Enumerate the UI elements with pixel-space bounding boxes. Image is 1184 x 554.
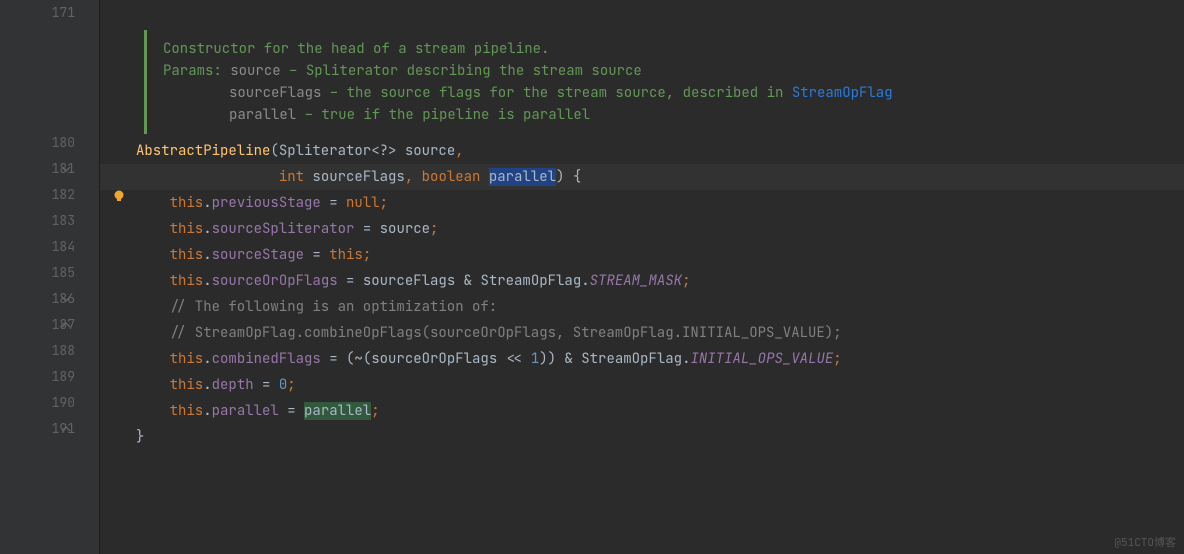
code-area[interactable]: Constructor for the head of a stream pip… bbox=[100, 0, 1184, 554]
code-line[interactable]: // The following is an optimization of: bbox=[136, 294, 1184, 320]
javadoc-param-name: sourceFlags bbox=[229, 84, 321, 102]
line-number: 171 bbox=[0, 0, 75, 26]
code-line[interactable]: this.sourceSpliterator = source; bbox=[136, 216, 1184, 242]
fold-marker-icon[interactable] bbox=[61, 164, 71, 174]
line-number: 186 bbox=[0, 286, 75, 312]
selection-highlight: parallel bbox=[489, 168, 556, 186]
javadoc-block: Constructor for the head of a stream pip… bbox=[144, 30, 1184, 134]
code-line[interactable]: this.sourceStage = this; bbox=[136, 242, 1184, 268]
line-number: 182 bbox=[0, 182, 75, 208]
javadoc-param-name: parallel bbox=[229, 106, 296, 124]
line-number bbox=[0, 78, 75, 104]
javadoc-param-desc: – true if the pipeline is parallel bbox=[296, 106, 590, 124]
code-line[interactable]: this.combinedFlags = (~(sourceOrOpFlags … bbox=[136, 346, 1184, 372]
line-number: 187 bbox=[0, 312, 75, 338]
line-number: 181 bbox=[0, 156, 75, 182]
line-numbers: 171 180 181 182 183 184 185 186 bbox=[0, 0, 99, 442]
javadoc-param-desc: – the source flags for the stream source… bbox=[321, 84, 791, 102]
intention-bulb-icon[interactable] bbox=[112, 189, 126, 203]
javadoc-params-label: Params: bbox=[163, 62, 222, 80]
code-line[interactable]: this.depth = 0; bbox=[136, 372, 1184, 398]
code-line-current[interactable]: int sourceFlags, boolean parallel) { bbox=[100, 164, 1184, 190]
line-number bbox=[0, 52, 75, 78]
javadoc-param-desc: – Spliterator describing the stream sour… bbox=[281, 62, 642, 80]
watermark: @51CTO博客 bbox=[1114, 534, 1176, 550]
line-number: 190 bbox=[0, 390, 75, 416]
javadoc-link[interactable]: StreamOpFlag bbox=[792, 84, 893, 102]
gutter: 171 180 181 182 183 184 185 186 bbox=[0, 0, 100, 554]
code-line[interactable]: AbstractPipeline(Spliterator<?> source, bbox=[136, 138, 1184, 164]
fold-marker-icon[interactable] bbox=[61, 294, 71, 304]
line-number: 183 bbox=[0, 208, 75, 234]
fold-marker-icon[interactable] bbox=[61, 424, 71, 434]
line-number: 191 bbox=[0, 416, 75, 442]
code-line[interactable]: this.previousStage = null; bbox=[136, 190, 1184, 216]
line-number: 184 bbox=[0, 234, 75, 260]
line-number: 189 bbox=[0, 364, 75, 390]
code-editor[interactable]: 171 180 181 182 183 184 185 186 bbox=[0, 0, 1184, 554]
javadoc-param-name: source bbox=[230, 62, 280, 80]
line-number bbox=[0, 104, 75, 130]
usage-highlight: parallel bbox=[304, 402, 371, 420]
code-line[interactable]: // StreamOpFlag.combineOpFlags(sourceOrO… bbox=[136, 320, 1184, 346]
code-line[interactable]: this.parallel = parallel; bbox=[136, 398, 1184, 424]
line-number: 188 bbox=[0, 338, 75, 364]
line-number: 180 bbox=[0, 130, 75, 156]
code-line[interactable]: this.sourceOrOpFlags = sourceFlags & Str… bbox=[136, 268, 1184, 294]
code-line[interactable]: } bbox=[136, 424, 1184, 450]
line-number bbox=[0, 26, 75, 52]
line-number: 185 bbox=[0, 260, 75, 286]
javadoc-summary: Constructor for the head of a stream pip… bbox=[163, 40, 549, 58]
fold-marker-icon[interactable] bbox=[61, 320, 71, 330]
